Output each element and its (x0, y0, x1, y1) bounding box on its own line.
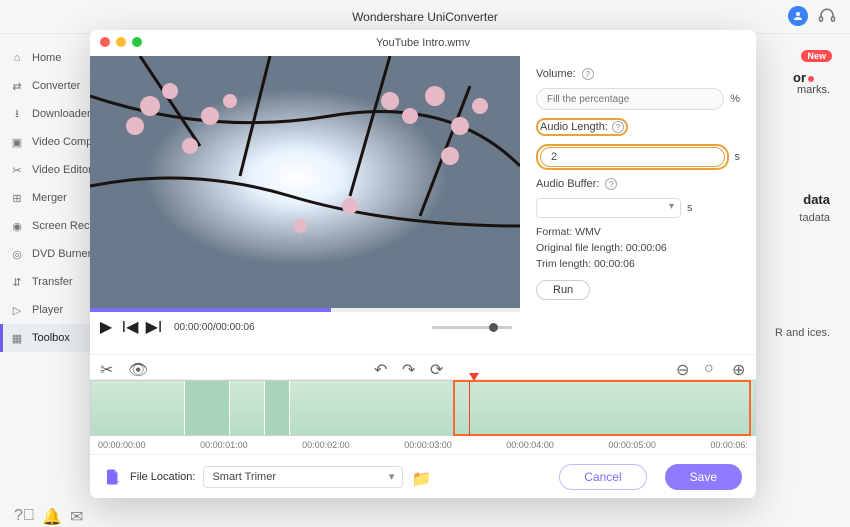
settings-panel: Volume: ? % Audio Length: ? s Audi (520, 56, 756, 354)
home-icon: ⌂ (10, 51, 24, 65)
dialog-title: YouTube Intro.wmv (376, 37, 470, 49)
dialog-titlebar: YouTube Intro.wmv (90, 30, 756, 56)
sidebar-item-home[interactable]: ⌂Home (0, 44, 92, 72)
bg-text-tadata: tadata (799, 212, 830, 224)
playhead-line (469, 381, 470, 435)
folder-icon[interactable]: 📁 (411, 469, 427, 485)
next-frame-button[interactable]: ▶I (146, 319, 162, 335)
sidebar-item-merger[interactable]: ⊞Merger (0, 184, 92, 212)
convert-icon: ⇄ (10, 79, 24, 93)
audio-length-label-highlight: Audio Length: ? (536, 118, 628, 136)
trim-length-info: Trim length: 00:00:06 (536, 258, 740, 270)
file-location-label: File Location: (130, 471, 195, 483)
transfer-icon: ⇵ (10, 275, 24, 289)
sidebar-item-downloader[interactable]: ⭳Downloader (0, 100, 92, 128)
bg-text-marks: marks. (797, 84, 830, 96)
merge-icon: ⊞ (10, 191, 24, 205)
playback-controls: ▶ I◀ ▶I 00:00:00/00:00:06 (90, 312, 520, 342)
original-length-info: Original file length: 00:00:06 (536, 242, 740, 254)
new-badge: New (801, 50, 832, 62)
audio-length-label: Audio Length: (540, 121, 608, 133)
bg-text-or: or (793, 70, 814, 85)
edit-toolbar: ✂ 👁 ↶ ↷ ⟳ ⊖ ○ ⊕ (90, 354, 756, 380)
percent-unit: % (730, 93, 740, 105)
smart-trimmer-dialog: YouTube Intro.wmv (90, 30, 756, 498)
cut-icon[interactable]: ✂ (100, 360, 114, 374)
video-icon: ▣ (10, 135, 24, 149)
bell-icon[interactable]: 🔔 (42, 507, 56, 521)
app-title: Wondershare UniConverter (352, 10, 498, 24)
sidebar-item-transfer[interactable]: ⇵Transfer (0, 268, 92, 296)
user-avatar-icon[interactable] (788, 6, 808, 26)
scrub-bar[interactable] (90, 308, 520, 312)
svg-text:+: + (115, 477, 120, 486)
statusbar: ?⃝ 🔔 ✉ (0, 501, 850, 527)
format-info: Format: WMV (536, 226, 740, 238)
sidebar-item-video-editor[interactable]: ✂Video Editor (0, 156, 92, 184)
volume-input[interactable] (536, 88, 724, 110)
maximize-icon[interactable] (132, 37, 142, 47)
app-titlebar: Wondershare UniConverter (0, 0, 850, 34)
zoom-out-icon[interactable]: ⊖ (676, 360, 690, 374)
sidebar-item-dvd-burner[interactable]: ◎DVD Burner (0, 240, 92, 268)
sidebar: ⌂Home ⇄Converter ⭳Downloader ▣Video Comp… (0, 34, 92, 501)
window-controls[interactable] (100, 37, 142, 47)
prev-frame-button[interactable]: I◀ (122, 319, 138, 335)
eye-icon[interactable]: 👁 (128, 360, 142, 374)
bg-text-rand: R and ices. (775, 326, 830, 341)
sidebar-item-toolbox[interactable]: ▦Toolbox (0, 324, 92, 352)
audio-buffer-select[interactable] (536, 198, 681, 218)
grid-icon: ▦ (10, 331, 24, 345)
support-icon[interactable] (818, 7, 836, 25)
feedback-icon[interactable]: ✉ (70, 507, 84, 521)
minimize-icon[interactable] (116, 37, 126, 47)
selection-range[interactable] (453, 380, 751, 436)
close-icon[interactable] (100, 37, 110, 47)
seconds-unit: s (735, 151, 741, 163)
play-button[interactable]: ▶ (98, 319, 114, 335)
zoom-slider-icon[interactable]: ○ (704, 360, 718, 374)
zoom-in-icon[interactable]: ⊕ (732, 360, 746, 374)
cancel-button[interactable]: Cancel (559, 464, 646, 490)
playhead-icon[interactable] (469, 373, 479, 381)
volume-label: Volume: (536, 68, 576, 80)
seconds-unit: s (687, 202, 693, 214)
time-ruler: 00:00:00:00 00:00:01:00 00:00:02:00 00:0… (90, 436, 756, 454)
file-location-select[interactable]: Smart Trimer (203, 466, 403, 488)
undo-icon[interactable]: ↶ (374, 360, 388, 374)
help-icon[interactable]: ?⃝ (14, 507, 28, 521)
play-icon: ▷ (10, 303, 24, 317)
help-icon[interactable]: ? (605, 178, 617, 190)
file-add-icon[interactable]: + (104, 468, 122, 486)
help-icon[interactable]: ? (582, 68, 594, 80)
timecode: 00:00:00/00:00:06 (174, 322, 255, 333)
volume-slider[interactable] (432, 326, 512, 329)
sidebar-item-video-compressor[interactable]: ▣Video Compressor (0, 128, 92, 156)
record-icon: ◉ (10, 219, 24, 233)
bg-text-data: data (803, 192, 830, 207)
audio-buffer-label: Audio Buffer: (536, 178, 599, 190)
help-icon[interactable]: ? (612, 121, 624, 133)
sidebar-item-converter[interactable]: ⇄Converter (0, 72, 92, 100)
redo-icon[interactable]: ↷ (402, 360, 416, 374)
download-icon: ⭳ (10, 107, 24, 121)
save-button[interactable]: Save (665, 464, 742, 490)
sidebar-item-player[interactable]: ▷Player (0, 296, 92, 324)
dvd-icon: ◎ (10, 247, 24, 261)
run-button[interactable]: Run (536, 280, 590, 300)
sidebar-item-screen-recorder[interactable]: ◉Screen Recorder (0, 212, 92, 240)
scissors-icon: ✂ (10, 163, 24, 177)
timeline[interactable] (90, 380, 756, 436)
audio-length-input[interactable] (540, 147, 725, 167)
refresh-icon[interactable]: ⟳ (430, 360, 444, 374)
dialog-footer: + File Location: Smart Trimer 📁 Cancel S… (90, 454, 756, 498)
video-preview[interactable] (90, 56, 520, 308)
